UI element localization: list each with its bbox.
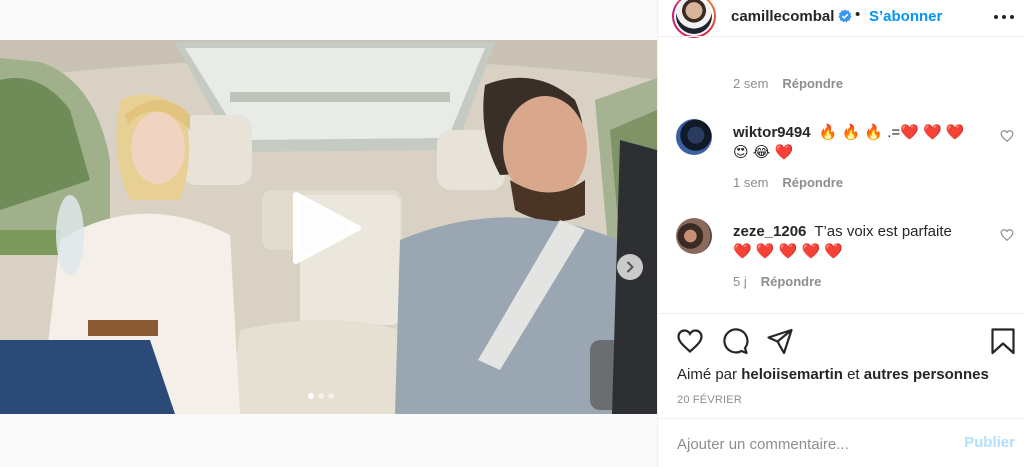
comment-time: 1 sem [733,175,769,190]
post-actions: Aimé par heloiisemartin et autres person… [658,313,1024,418]
likes-summary: Aimé par heloiisemartin et autres person… [677,366,989,383]
bookmark-icon[interactable] [989,327,1017,355]
carousel-indicator [308,393,334,399]
carousel-dot [328,393,334,399]
chevron-right-icon [627,261,634,273]
header-separator: • [855,6,861,23]
like-comment-heart-icon[interactable] [1000,129,1014,143]
commenter-username[interactable]: wiktor9494 [733,124,811,141]
likes-connector: et [847,366,860,383]
post-video[interactable] [0,40,657,414]
like-comment-heart-icon[interactable] [1000,228,1014,242]
reply-button[interactable]: Répondre [761,274,822,289]
comment-meta: 2 sem Répondre [733,76,843,91]
comment-text: zeze_1206 T’as voix est parfaite ❤️ ❤️ ❤… [733,222,973,262]
commenter-avatar[interactable] [676,218,712,254]
follow-button[interactable]: S’abonner [869,8,942,25]
liker-username[interactable]: heloiisemartin [741,366,843,383]
comment-meta: 5 j Répondre [733,274,821,289]
reply-button[interactable]: Répondre [782,76,843,91]
comment-text: wiktor9494 🔥 🔥 🔥 .=❤️ ❤️ ❤️ 😍 😂 ❤️ [733,123,973,163]
post-date: 20 FÉVRIER [677,394,742,406]
author-avatar[interactable] [672,0,716,38]
author-username[interactable]: camillecombal [731,8,834,25]
media-column [0,0,657,467]
carousel-dot [318,393,324,399]
heart-icon[interactable] [676,327,704,355]
publish-button[interactable]: Publier [964,434,1015,451]
comment-icon[interactable] [721,327,749,355]
likes-prefix: Aimé par [677,366,738,383]
carousel-dot-active [308,393,314,399]
comment-time: 2 sem [733,76,769,91]
comment-time: 5 j [733,274,747,289]
comments-list[interactable]: 2 sem Répondre wiktor9494 🔥 🔥 🔥 .=❤️ ❤️ ❤… [658,36,1024,313]
next-media-button[interactable] [617,254,643,280]
add-comment-bar: Publier [658,418,1024,467]
share-icon[interactable] [766,327,794,355]
post-header: camillecombal • S’abonner [658,0,1024,38]
verified-badge-icon [838,9,852,23]
post-side-panel: camillecombal • S’abonner 2 sem Répondre … [657,0,1024,467]
play-icon [293,192,361,264]
commenter-avatar[interactable] [676,119,712,155]
more-options-icon[interactable] [994,10,1014,24]
comment-meta: 1 sem Répondre [733,175,843,190]
play-button[interactable] [290,188,364,268]
reply-button[interactable]: Répondre [782,175,843,190]
likes-others-link[interactable]: autres personnes [864,366,989,383]
comment-input[interactable] [677,433,947,455]
commenter-username[interactable]: zeze_1206 [733,223,806,240]
